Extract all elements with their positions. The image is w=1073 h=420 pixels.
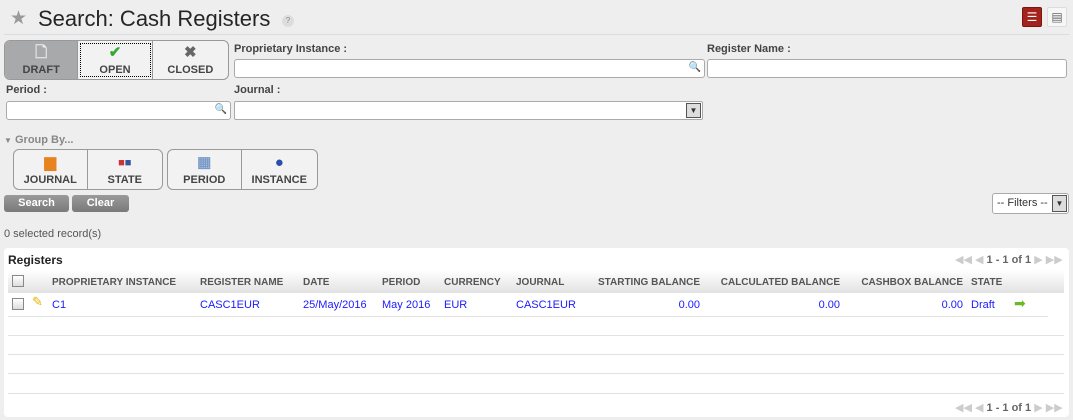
last-page-icon[interactable]: ▶▶ — [1046, 254, 1063, 266]
favorite-star-icon[interactable]: ★ — [10, 7, 27, 30]
row-divider — [8, 373, 1064, 374]
calendar-icon: ▦ — [197, 154, 212, 171]
proprietary-instance-label: Proprietary Instance : — [234, 43, 348, 55]
journal-label: Journal : — [234, 84, 281, 96]
cell-starting-balance[interactable]: 0.00 — [679, 299, 700, 311]
filters-select[interactable]: -- Filters -- ▼ — [992, 193, 1069, 214]
col-register-name[interactable]: REGISTER NAME — [200, 277, 283, 288]
col-proprietary-instance[interactable]: PROPRIETARY INSTANCE — [52, 277, 176, 288]
col-period[interactable]: PERIOD — [382, 277, 420, 288]
selected-count: 0 selected record(s) — [4, 228, 102, 240]
cell-cashbox-balance[interactable]: 0.00 — [942, 299, 963, 311]
col-date[interactable]: DATE — [303, 277, 329, 288]
state-flow-icon: ■■ — [118, 157, 132, 169]
chevron-down-icon[interactable]: ▼ — [1052, 195, 1067, 212]
period-label: Period : — [6, 84, 47, 96]
closed-filter-button[interactable]: ✖ CLOSED — [153, 41, 228, 79]
col-cashbox-balance[interactable]: CASHBOX BALANCE — [861, 277, 963, 288]
group-period-button[interactable]: ▦ PERIOD — [168, 150, 242, 189]
open-filter-button[interactable]: ✔ OPEN — [78, 41, 153, 79]
group-instance-button[interactable]: ● INSTANCE — [242, 150, 317, 189]
instance-icon: ● — [274, 154, 284, 171]
row-divider — [8, 393, 1064, 394]
last-page-icon[interactable]: ▶▶ — [1046, 402, 1063, 414]
select-all-checkbox[interactable] — [12, 275, 24, 287]
prev-page-icon[interactable]: ◀ — [975, 254, 983, 266]
first-page-icon[interactable]: ◀◀ — [955, 402, 972, 414]
help-icon[interactable]: ? — [282, 15, 294, 27]
search-icon[interactable]: 🔍 — [689, 62, 701, 73]
group-journal-button[interactable]: ▆ JOURNAL — [14, 150, 88, 189]
row-divider — [8, 335, 1064, 336]
cell-calculated-balance[interactable]: 0.00 — [819, 299, 840, 311]
clear-button[interactable]: Clear — [72, 195, 129, 212]
period-input[interactable]: 🔍 — [6, 101, 231, 120]
cell-date[interactable]: 25/May/2016 — [303, 299, 367, 311]
group-by-group-2: ▦ PERIOD ● INSTANCE — [167, 149, 318, 190]
prev-page-icon[interactable]: ◀ — [975, 402, 983, 414]
page-title: Search: Cash Registers — [38, 6, 271, 31]
grid-view-button[interactable]: ▤ — [1047, 7, 1067, 27]
x-icon: ✖ — [184, 44, 197, 61]
row-checkbox[interactable] — [12, 298, 24, 310]
first-page-icon[interactable]: ◀◀ — [955, 254, 972, 266]
next-page-icon[interactable]: ▶ — [1034, 402, 1042, 414]
cell-proprietary-instance[interactable]: C1 — [52, 299, 66, 311]
col-currency[interactable]: CURRENCY — [444, 277, 501, 288]
next-state-arrow-icon[interactable]: ➡ — [1014, 295, 1026, 312]
list-view-button[interactable]: ☰ — [1022, 7, 1042, 27]
col-journal[interactable]: JOURNAL — [516, 277, 564, 288]
col-calculated-balance[interactable]: CALCULATED BALANCE — [721, 277, 840, 288]
next-page-icon[interactable]: ▶ — [1034, 254, 1042, 266]
cell-journal[interactable]: CASC1EUR — [516, 299, 576, 311]
cell-period[interactable]: May 2016 — [382, 299, 430, 311]
search-button[interactable]: Search — [4, 195, 69, 212]
proprietary-instance-input[interactable]: 🔍 — [234, 59, 705, 78]
group-by-group-1: ▆ JOURNAL ■■ STATE — [13, 149, 163, 190]
draft-doc-icon: 🗋 — [35, 44, 48, 61]
col-starting-balance[interactable]: STARTING BALANCE — [598, 277, 700, 288]
chevron-down-icon[interactable]: ▼ — [686, 103, 701, 118]
row-divider — [8, 354, 1064, 355]
pager-top: ◀◀ ◀ 1 - 1 of 1 ▶ ▶▶ — [955, 254, 1063, 266]
cell-state[interactable]: Draft — [971, 299, 995, 311]
search-icon[interactable]: 🔍 — [215, 104, 227, 115]
register-name-input[interactable] — [707, 59, 1067, 78]
col-state[interactable]: STATE — [971, 277, 1002, 288]
cell-currency[interactable]: EUR — [444, 299, 467, 311]
check-icon: ✔ — [108, 44, 122, 61]
journal-select[interactable]: ▼ — [234, 101, 703, 120]
group-state-button[interactable]: ■■ STATE — [88, 150, 163, 189]
state-filter-group: 🗋 DRAFT ✔ OPEN ✖ CLOSED — [4, 40, 229, 80]
divider — [4, 34, 1069, 35]
triangle-down-icon: ▼ — [4, 136, 12, 145]
table-title: Registers — [8, 253, 63, 267]
edit-pencil-icon[interactable]: ✎ — [32, 294, 43, 310]
cell-register-name[interactable]: CASC1EUR — [200, 299, 260, 311]
pager-bottom: ◀◀ ◀ 1 - 1 of 1 ▶ ▶▶ — [955, 402, 1063, 414]
register-name-label: Register Name : — [707, 43, 791, 55]
draft-filter-button[interactable]: 🗋 DRAFT — [5, 41, 79, 79]
folder-icon: ▆ — [44, 154, 57, 171]
group-by-toggle[interactable]: ▼ Group By... — [4, 134, 73, 146]
row-divider — [8, 316, 1048, 317]
